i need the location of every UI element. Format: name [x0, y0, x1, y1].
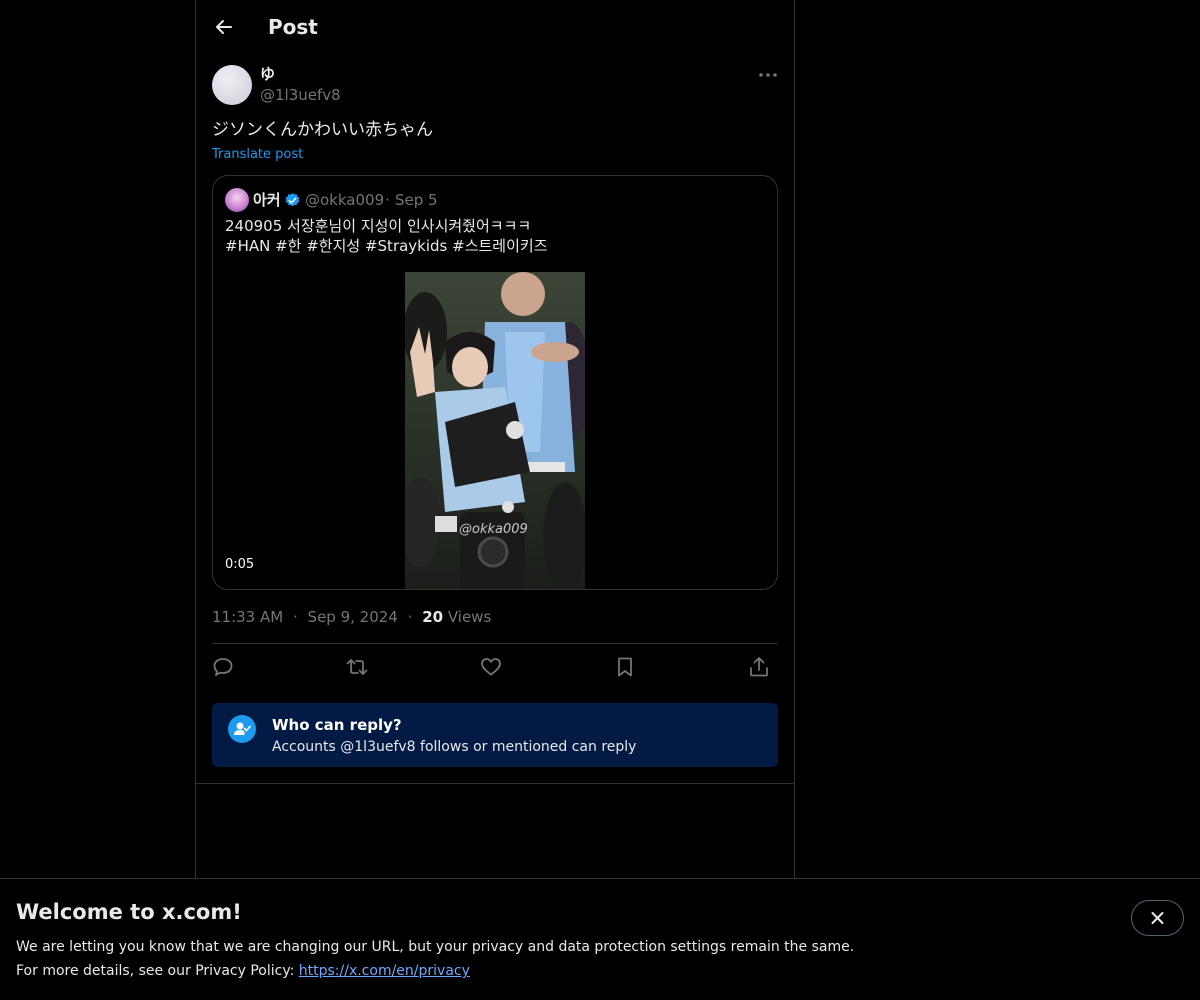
reply-settings-title: Who can reply?: [272, 716, 402, 734]
author-avatar[interactable]: [212, 65, 252, 105]
ellipsis-icon: [759, 73, 777, 77]
post-text: ジソンくんかわいい赤ちゃん: [212, 120, 433, 140]
video-thumbnail: [405, 272, 585, 589]
separator-dot: ·: [385, 191, 390, 209]
banner-message: We are letting you know that we are chan…: [16, 939, 855, 955]
post-metadata: 11:33 AM · Sep 9, 2024 · 20 Views: [212, 607, 491, 627]
post-time[interactable]: 11:33 AM: [212, 608, 283, 626]
share-button[interactable]: [746, 654, 772, 680]
post-header: Post: [196, 0, 794, 54]
repost-button[interactable]: [344, 654, 370, 680]
primary-column: Post ゆ @1l3uefv8 ジソンくんかわいい赤ちゃん Translate…: [195, 0, 795, 1000]
quoted-post-card[interactable]: 아커 @okka009 · Sep 5 240905 서장훈님이 지성이 인사시…: [212, 175, 778, 590]
bookmark-button[interactable]: [612, 654, 638, 680]
quoted-post-date: Sep 5: [395, 191, 438, 209]
separator-dot: ·: [292, 608, 298, 626]
video-duration: 0:05: [225, 557, 255, 572]
video-player[interactable]: @okka009: [405, 272, 585, 589]
who-can-reply-notice: Who can reply? Accounts @1l3uefv8 follow…: [212, 703, 778, 767]
action-bar: [212, 654, 778, 680]
quoted-post-text-line2: #HAN #한 #한지성 #Straykids #스트레이키즈: [225, 237, 548, 255]
heart-icon: [481, 658, 501, 676]
author-display-name[interactable]: ゆ: [260, 64, 275, 84]
page-title: Post: [268, 15, 318, 39]
like-button[interactable]: [478, 654, 504, 680]
quoted-author-name: 아커: [253, 191, 281, 209]
banner-privacy-line: For more details, see our Privacy Policy…: [16, 961, 470, 981]
divider: [212, 643, 778, 644]
video-watermark: @okka009: [459, 522, 528, 537]
banner-title: Welcome to x.com!: [16, 900, 242, 924]
translate-post-link[interactable]: Translate post: [212, 146, 303, 164]
quoted-post-text-line1: 240905 서장훈님이 지성이 인사시켜줬어ㅋㅋㅋ: [225, 217, 532, 235]
more-options-button[interactable]: [756, 65, 780, 85]
quoted-author-handle: @okka009: [305, 191, 385, 209]
url-change-banner: Welcome to x.com! We are letting you kno…: [0, 878, 1200, 1000]
quoted-author-avatar: [225, 188, 249, 212]
close-banner-button[interactable]: [1131, 900, 1184, 936]
reply-button[interactable]: [210, 654, 236, 680]
arrow-left-icon: [216, 20, 232, 34]
privacy-policy-link[interactable]: https://x.com/en/privacy: [299, 963, 470, 979]
share-icon: [750, 657, 768, 677]
repost-icon: [346, 659, 368, 675]
author-handle[interactable]: @1l3uefv8: [260, 85, 341, 105]
bookmark-icon: [618, 657, 632, 677]
verified-badge-icon: [285, 193, 300, 207]
reply-settings-description: Accounts @1l3uefv8 follows or mentioned …: [272, 739, 637, 755]
divider: [196, 783, 794, 784]
post-date[interactable]: Sep 9, 2024: [308, 608, 398, 626]
views-count: 20: [422, 608, 444, 626]
speech-bubble-icon: [213, 658, 233, 676]
close-icon: [1151, 912, 1164, 924]
person-check-icon: [228, 715, 256, 743]
back-button[interactable]: [210, 13, 238, 41]
views-label: Views: [447, 608, 492, 626]
banner-privacy-prefix: For more details, see our Privacy Policy…: [16, 963, 299, 979]
separator-dot: ·: [407, 608, 413, 626]
